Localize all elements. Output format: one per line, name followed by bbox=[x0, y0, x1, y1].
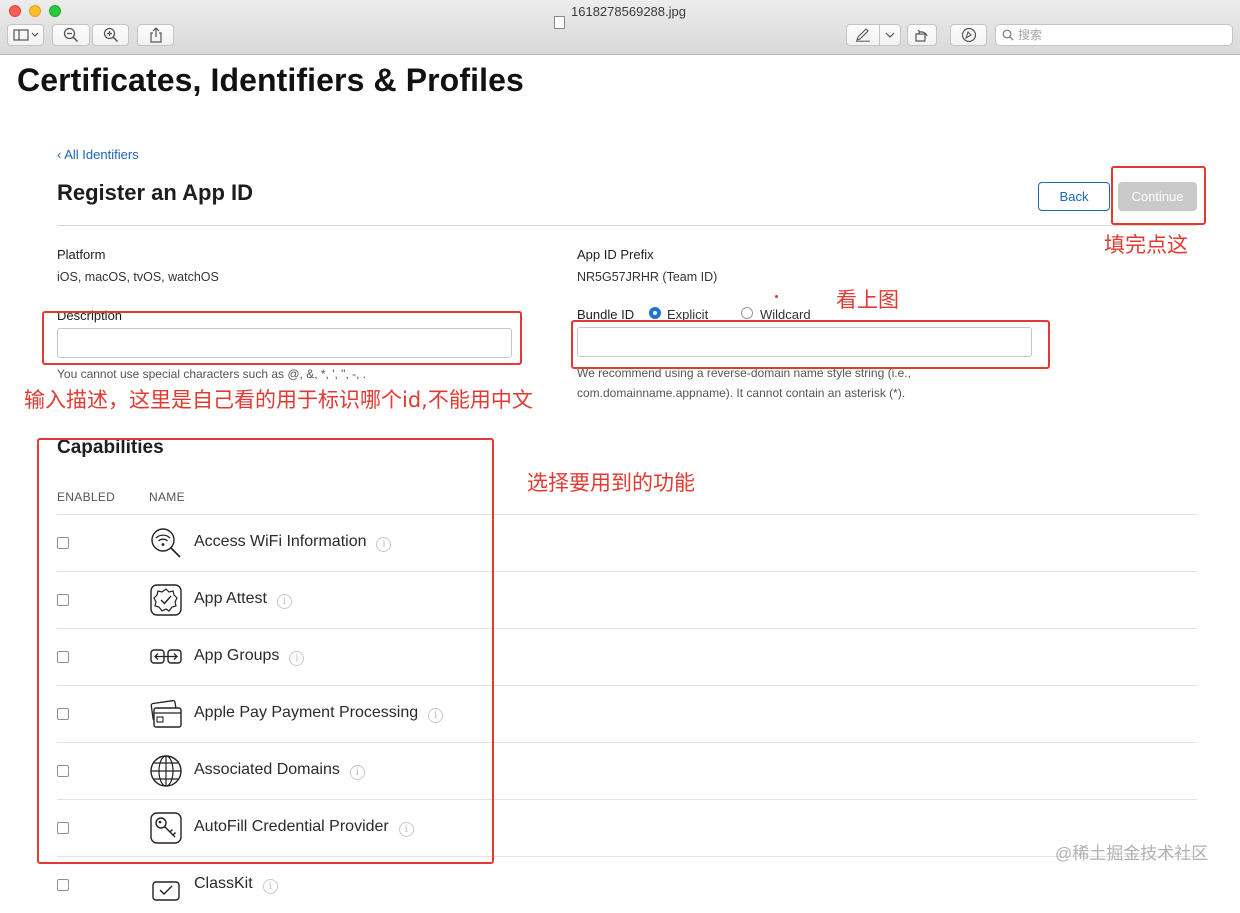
platform-value: iOS, macOS, tvOS, watchOS bbox=[57, 270, 219, 284]
description-hint: You cannot use special characters such a… bbox=[57, 367, 367, 381]
markup-icon bbox=[961, 27, 976, 43]
window-titlebar: f1618278569288.jpg bbox=[0, 0, 1240, 55]
zoom-out-icon bbox=[63, 27, 79, 43]
pen-icon bbox=[856, 28, 870, 42]
search-field[interactable] bbox=[995, 24, 1233, 46]
annotation-dot bbox=[775, 295, 778, 298]
page-title: Certificates, Identifiers & Profiles bbox=[17, 62, 524, 98]
continue-annotation: 填完点这 bbox=[1104, 233, 1188, 257]
header-divider bbox=[57, 225, 1197, 226]
back-button[interactable]: Back bbox=[1038, 182, 1110, 211]
register-app-id-heading: Register an App ID bbox=[57, 180, 253, 205]
capabilities-highlight-box bbox=[37, 438, 494, 864]
watermark: @稀土掘金技术社区 bbox=[1055, 844, 1209, 863]
markup-pen-button[interactable] bbox=[846, 24, 901, 46]
platform-label: Platform bbox=[57, 247, 106, 262]
markup-toolbar-button[interactable] bbox=[950, 24, 987, 46]
classkit-icon bbox=[152, 881, 180, 901]
capability-row-classkit: ClassKit i bbox=[57, 856, 1197, 913]
zoom-out-button[interactable] bbox=[52, 24, 90, 46]
app-id-prefix-label: App ID Prefix bbox=[577, 247, 654, 262]
chevron-down-icon bbox=[885, 32, 895, 38]
rotate-button[interactable] bbox=[907, 24, 937, 46]
all-identifiers-link[interactable]: ‹ All Identifiers bbox=[57, 147, 139, 162]
app-id-prefix-value: NR5G57JRHR (Team ID) bbox=[577, 270, 718, 284]
image-file-icon: f bbox=[554, 16, 566, 29]
explicit-radio[interactable] bbox=[649, 307, 661, 319]
zoom-in-icon bbox=[103, 27, 118, 43]
classkit-checkbox[interactable] bbox=[57, 879, 69, 891]
bundle-id-hint-line2: com.domainname.appname). It cannot conta… bbox=[577, 386, 906, 400]
bundle-id-annotation: 看上图 bbox=[836, 288, 899, 312]
bundle-id-highlight-box bbox=[571, 320, 1050, 369]
search-input[interactable] bbox=[1014, 28, 1218, 42]
share-button[interactable] bbox=[137, 24, 174, 46]
capabilities-annotation: 选择要用到的功能 bbox=[527, 471, 695, 495]
capability-name: ClassKit i bbox=[194, 875, 278, 894]
rotate-icon bbox=[915, 29, 928, 42]
description-annotation: 输入描述，这里是自己看的用于标识哪个id,不能用中文 bbox=[24, 388, 533, 412]
sidebar-toggle-button[interactable] bbox=[7, 24, 44, 46]
share-icon bbox=[149, 27, 162, 43]
sidebar-icon bbox=[12, 29, 38, 41]
search-icon bbox=[1002, 29, 1014, 41]
zoom-in-button[interactable] bbox=[92, 24, 129, 46]
description-highlight-box bbox=[42, 311, 522, 365]
wildcard-radio[interactable] bbox=[741, 307, 753, 319]
info-icon[interactable]: i bbox=[262, 879, 278, 894]
continue-highlight-box bbox=[1111, 166, 1206, 225]
